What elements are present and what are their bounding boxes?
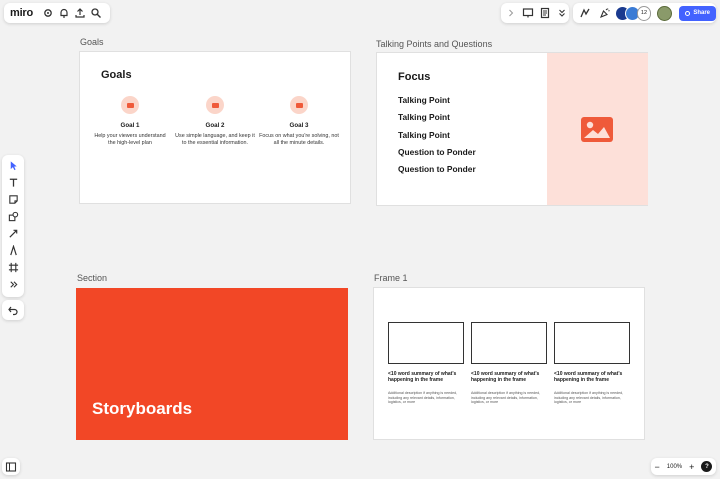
talking-point-item: Talking Point <box>398 130 450 140</box>
collaboration-tools-bar <box>501 3 569 23</box>
storyboard-summary: <10 word summary of what's happening in … <box>388 371 457 383</box>
goals-frame[interactable]: Goals Goal 1 Help your viewers understan… <box>79 51 351 204</box>
goal-item: Goal 2 Use simple language, and keep it … <box>175 96 255 147</box>
goal-title: Goal 1 <box>120 122 140 129</box>
settings-icon[interactable] <box>40 5 56 21</box>
miro-logo[interactable]: miro <box>10 7 33 19</box>
storyboard-description: Additional description if anything is ne… <box>388 391 458 404</box>
upload-icon[interactable] <box>72 5 88 21</box>
connector-tool[interactable] <box>2 225 24 242</box>
image-placeholder-panel <box>547 53 648 205</box>
undo-icon[interactable] <box>5 302 21 318</box>
storyboard-description: Additional description if anything is ne… <box>471 391 541 404</box>
search-icon[interactable] <box>88 5 104 21</box>
avatar-current-user[interactable] <box>657 5 673 21</box>
storyboard-panel[interactable] <box>471 322 547 364</box>
collaborator-count-badge[interactable]: 12 <box>636 5 652 21</box>
goal-item: Goal 3 Focus on what you're solving, not… <box>259 96 339 147</box>
select-tool[interactable] <box>2 157 24 174</box>
camera-icon <box>290 96 308 114</box>
question-item: Question to Ponder <box>398 164 476 174</box>
goal-description: Use simple language, and keep it to the … <box>175 133 255 146</box>
storyboard-panel[interactable] <box>388 322 464 364</box>
talking-points-frame[interactable]: Focus Talking Point Talking Point Talkin… <box>376 52 648 206</box>
shapes-tool[interactable] <box>2 208 24 225</box>
storyboard-summary: <10 word summary of what's happening in … <box>471 371 540 383</box>
text-tool[interactable] <box>2 174 24 191</box>
user-icon <box>685 10 691 16</box>
chevron-right-icon[interactable] <box>503 5 518 21</box>
bell-icon[interactable] <box>56 5 72 21</box>
image-icon <box>581 117 613 142</box>
goal-title: Goal 2 <box>205 122 225 129</box>
frame-tool[interactable] <box>2 259 24 276</box>
share-bar: 12 Share <box>573 3 716 23</box>
notes-icon[interactable] <box>537 5 552 21</box>
frame-label-section: Section <box>77 273 108 283</box>
frame-label-goals: Goals <box>80 37 104 47</box>
goal-description: Focus on what you're solving, not all th… <box>259 133 339 146</box>
creation-toolbar <box>2 155 24 297</box>
storyboard-description: Additional description if anything is ne… <box>554 391 624 404</box>
focus-heading: Focus <box>398 71 431 83</box>
presentation-icon[interactable] <box>520 5 535 21</box>
undo-bar <box>2 300 24 320</box>
main-menu-bar: miro <box>4 3 110 23</box>
frame-1[interactable]: <10 word summary of what's happening in … <box>373 287 645 440</box>
goals-heading: Goals <box>101 69 132 81</box>
share-button-label: Share <box>693 10 710 16</box>
zoom-in-button[interactable]: + <box>689 462 694 472</box>
sidebar-panel-icon[interactable] <box>3 459 19 475</box>
more-chevrons-icon[interactable] <box>554 5 569 21</box>
goal-item: Goal 1 Help your viewers understand the … <box>90 96 170 147</box>
more-tools-icon[interactable] <box>2 276 24 293</box>
share-button[interactable]: Share <box>679 5 716 21</box>
sticky-note-tool[interactable] <box>2 191 24 208</box>
goal-title: Goal 3 <box>289 122 309 129</box>
frame-label-talking-points: Talking Points and Questions <box>376 39 493 49</box>
zoom-controls: − 100% + ? <box>651 458 716 475</box>
frame-label-frame-1: Frame 1 <box>374 273 408 283</box>
pen-tool[interactable] <box>2 242 24 259</box>
zoom-level[interactable]: 100% <box>667 464 682 470</box>
reactions-icon[interactable] <box>577 5 593 21</box>
zoom-out-button[interactable]: − <box>655 462 660 472</box>
celebrate-icon[interactable] <box>597 5 613 21</box>
storyboard-summary: <10 word summary of what's happening in … <box>554 371 623 383</box>
talking-point-item: Talking Point <box>398 95 450 105</box>
talking-point-item: Talking Point <box>398 112 450 122</box>
camera-icon <box>121 96 139 114</box>
help-button[interactable]: ? <box>701 461 713 472</box>
storyboards-section[interactable]: Storyboards <box>76 288 348 440</box>
camera-icon <box>206 96 224 114</box>
storyboards-title: Storyboards <box>92 399 193 418</box>
question-item: Question to Ponder <box>398 147 476 157</box>
goal-description: Help your viewers understand the high-le… <box>94 133 166 146</box>
storyboard-panel[interactable] <box>554 322 630 364</box>
board-panel-bar <box>2 458 20 475</box>
